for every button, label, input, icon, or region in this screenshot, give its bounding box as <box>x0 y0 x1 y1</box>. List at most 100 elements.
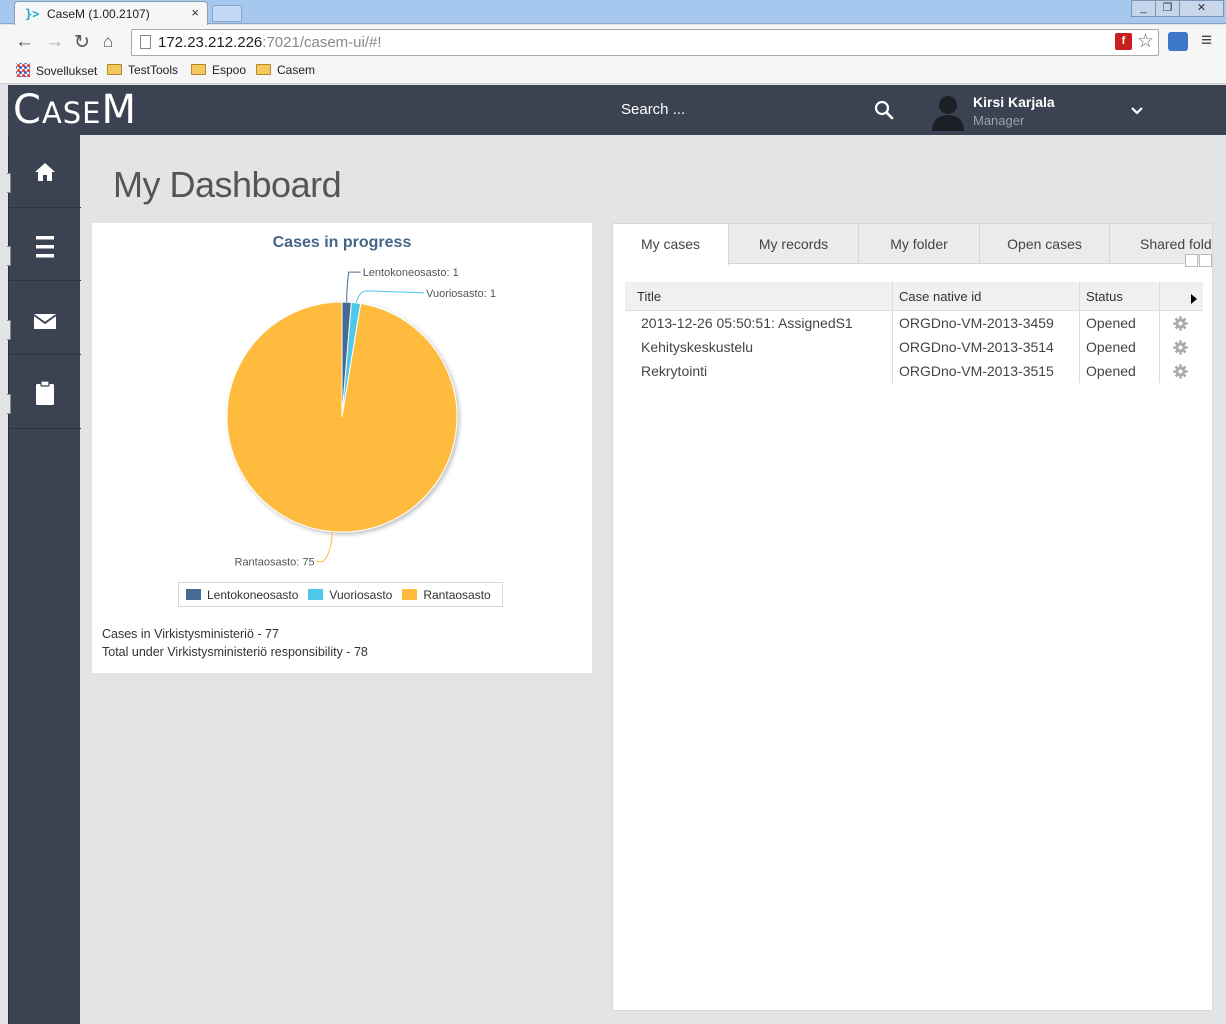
reload-icon[interactable]: ↻ <box>74 31 90 54</box>
bookmark-espoo[interactable]: Espoo <box>191 63 246 77</box>
legend-label: Rantaosasto <box>423 587 491 602</box>
bookmark-apps[interactable]: Sovellukset <box>16 63 97 78</box>
folder-icon <box>256 64 271 75</box>
bookmark-label: Sovellukset <box>36 64 98 78</box>
minimize-window-button[interactable]: _ <box>1131 0 1156 17</box>
pie-label-connector <box>355 290 425 304</box>
browser-tab-title: CaseM (1.00.2107) <box>47 7 150 21</box>
folder-icon <box>191 64 206 75</box>
browser-tab[interactable]: }> CaseM (1.00.2107) × <box>14 1 208 25</box>
restore-window-button[interactable]: ❐ <box>1155 0 1180 17</box>
legend-item-vuoriosasto[interactable]: Vuoriosasto <box>308 588 392 602</box>
column-header-title[interactable]: Title <box>625 282 893 311</box>
column-header-status[interactable]: Status <box>1080 282 1160 311</box>
pie-slice-rantaosasto[interactable] <box>226 301 458 533</box>
legend-swatch <box>308 589 324 600</box>
table-row[interactable]: Rekrytointi ORGDno-VM-2013-3515 Opened <box>625 359 1203 383</box>
cell-title: 2013-12-26 05:50:51: AssignedS1 <box>625 311 893 335</box>
close-tab-icon[interactable]: × <box>191 5 199 20</box>
app-header: CASEM Search ... Kirsi Karjala Manager <box>8 85 1226 135</box>
page-title: My Dashboard <box>113 164 342 205</box>
tab-my-cases[interactable]: My cases <box>613 224 729 265</box>
browser-tab-strip: }> CaseM (1.00.2107) × _ ❐ ✕ <box>0 0 1226 25</box>
tab-my-records[interactable]: My records <box>729 224 859 264</box>
gear-icon[interactable] <box>1173 316 1188 331</box>
tabs-scroll-left-button[interactable] <box>1185 254 1198 267</box>
user-avatar-icon[interactable] <box>930 93 966 131</box>
url-text: 172.23.212.226:7021/casem-ui/#! <box>158 34 382 51</box>
legend-swatch <box>186 589 201 600</box>
table-body: 2013-12-26 05:50:51: AssignedS1 ORGDno-VM… <box>625 311 1203 383</box>
stats-line-total: Total under Virkistysministeriö responsi… <box>102 645 368 659</box>
cell-native-id: ORGDno-VM-2013-3459 <box>893 311 1080 335</box>
gear-icon[interactable] <box>1173 340 1188 355</box>
cases-in-progress-card: Cases in progress Lentokoneosasto: 1 Vuor… <box>92 223 592 673</box>
tab-open-cases[interactable]: Open cases <box>980 224 1110 264</box>
sidebar-notch <box>7 394 11 414</box>
page-icon <box>140 35 151 49</box>
tab-my-folder[interactable]: My folder <box>859 224 980 264</box>
legend-label: Lentokoneosasto <box>207 587 299 602</box>
table-header: Title Case native id Status <box>625 282 1203 311</box>
logo-c: C <box>13 87 42 133</box>
case-stats: Cases in Virkistysministeriö - 77 Total … <box>102 625 368 661</box>
cases-tabs: My cases My records My folder Open cases… <box>613 224 1212 265</box>
address-bar[interactable]: 172.23.212.226:7021/casem-ui/#! f ☆ <box>131 29 1159 56</box>
bookmarks-bar: Sovellukset TestTools Espoo Casem <box>0 60 1226 84</box>
gear-icon[interactable] <box>1173 364 1188 379</box>
legend-swatch <box>402 589 418 600</box>
sidebar-notch <box>7 173 11 193</box>
sidebar-item-home[interactable] <box>7 135 81 208</box>
logo-ase: ASE <box>41 96 102 130</box>
legend-item-lentokoneosasto[interactable]: Lentokoneosasto <box>186 588 298 602</box>
new-tab-button[interactable] <box>212 5 242 22</box>
sidebar <box>7 135 81 1024</box>
bookmark-testtools[interactable]: TestTools <box>107 63 178 77</box>
sidebar-item-menu[interactable] <box>7 208 81 281</box>
pie-data-label: Vuoriosasto: 1 <box>426 288 496 300</box>
bookmark-casem[interactable]: Casem <box>256 63 315 77</box>
browser-menu-icon[interactable]: ≡ <box>1201 30 1212 52</box>
search-input[interactable]: Search ... <box>621 101 685 118</box>
clipboard-icon <box>36 380 54 405</box>
cell-native-id: ORGDno-VM-2013-3515 <box>893 359 1080 383</box>
folder-icon <box>107 64 122 75</box>
extension-icon[interactable] <box>1168 32 1188 51</box>
pie-data-label: Lentokoneosasto: 1 <box>363 267 459 279</box>
logo-m: M <box>101 87 138 133</box>
search-icon[interactable] <box>873 99 895 121</box>
sidebar-item-mail[interactable] <box>7 282 81 355</box>
tabs-scroller <box>1185 254 1212 268</box>
cases-table: Title Case native id Status 2013-12-26 0… <box>625 282 1203 383</box>
home-page-icon[interactable]: ⌂ <box>103 32 113 52</box>
column-header-native-id[interactable]: Case native id <box>893 282 1080 311</box>
stats-line-cases: Cases in Virkistysministeriö - 77 <box>102 627 279 641</box>
sidebar-notch <box>7 320 11 340</box>
home-icon <box>35 163 55 181</box>
mail-icon <box>33 314 57 329</box>
tabs-scroll-right-button[interactable] <box>1199 254 1212 267</box>
legend-item-rantaosasto[interactable]: Rantaosasto <box>402 587 491 602</box>
cell-status: Opened <box>1080 335 1160 359</box>
bookmark-star-icon[interactable]: ☆ <box>1137 30 1154 53</box>
pie-data-label: Rantaosasto: 75 <box>235 557 315 569</box>
table-row[interactable]: Kehityskeskustelu ORGDno-VM-2013-3514 Open… <box>625 335 1203 359</box>
user-role: Manager <box>973 113 1025 128</box>
url-path: :7021/casem-ui/#! <box>262 34 382 51</box>
forward-arrow-icon[interactable]: → <box>45 31 64 53</box>
chart-legend: Lentokoneosasto Vuoriosasto Rantaosasto <box>178 582 503 607</box>
back-arrow-icon[interactable]: ← <box>15 31 34 53</box>
cell-title: Rekrytointi <box>625 359 893 383</box>
cell-status: Opened <box>1080 311 1160 335</box>
sidebar-item-clipboard[interactable] <box>7 356 81 429</box>
table-row[interactable]: 2013-12-26 05:50:51: AssignedS1 ORGDno-VM… <box>625 311 1203 335</box>
bookmark-label: TestTools <box>128 63 179 77</box>
column-menu-arrow-icon[interactable] <box>1191 294 1197 304</box>
chevron-down-icon[interactable] <box>1130 105 1144 117</box>
flash-blocked-icon[interactable]: f <box>1115 33 1132 50</box>
casem-favicon-icon: }> <box>25 7 40 21</box>
cell-title: Kehityskeskustelu <box>625 335 893 359</box>
casem-logo[interactable]: CASEM <box>13 87 137 133</box>
close-window-button[interactable]: ✕ <box>1179 0 1224 17</box>
url-host: 172.23.212.226 <box>158 34 263 51</box>
